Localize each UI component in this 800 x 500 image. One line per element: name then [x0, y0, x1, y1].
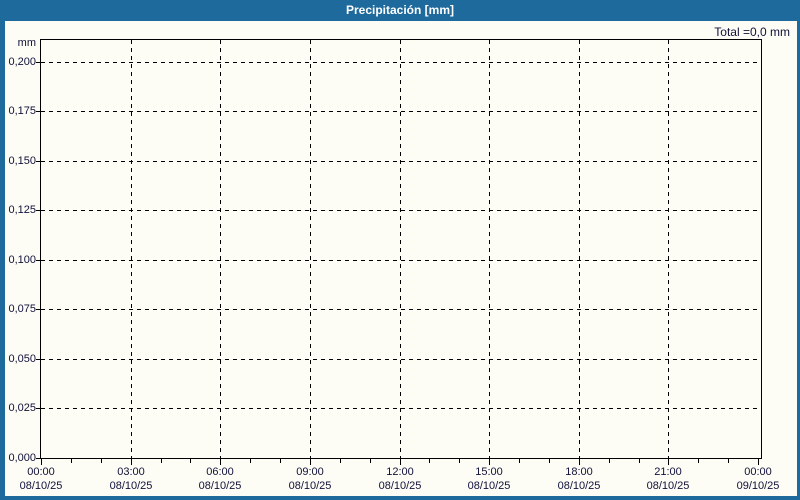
y-tick-label: 0,050 — [8, 353, 36, 365]
x-minor-tick-mark — [429, 459, 430, 463]
x-tick-date: 08/10/25 — [646, 480, 690, 492]
y-tick-label: 0,125 — [8, 204, 36, 216]
x-minor-tick-mark — [519, 459, 520, 463]
y-tick-mark — [36, 408, 40, 409]
x-minor-tick-mark — [639, 459, 640, 463]
chart-title: Precipitación [mm] — [345, 3, 455, 17]
y-tick-label: 0,075 — [8, 303, 36, 315]
v-gridline — [131, 40, 132, 458]
v-gridline — [579, 40, 580, 458]
v-gridline — [310, 40, 311, 458]
v-gridline — [400, 40, 401, 458]
x-tick-label: 15:00 08/10/25 — [454, 465, 524, 493]
x-tick-date: 08/10/25 — [19, 480, 63, 492]
x-tick-time: 21:00 — [654, 466, 682, 478]
x-tick-date: 08/10/25 — [288, 480, 332, 492]
x-minor-tick-mark — [250, 459, 251, 463]
v-gridline — [668, 40, 669, 458]
x-tick-date: 08/10/25 — [467, 480, 511, 492]
y-tick-label: 0,150 — [8, 155, 36, 167]
x-minor-tick-mark — [71, 459, 72, 463]
y-tick-mark — [36, 210, 40, 211]
x-minor-tick-mark — [459, 459, 460, 463]
x-tick-date: 08/10/25 — [557, 480, 601, 492]
chart-window: Precipitación [mm] Total =0,0 mm mm 0,00… — [0, 0, 800, 500]
total-label: Total =0,0 mm — [714, 25, 790, 39]
x-minor-tick-mark — [728, 459, 729, 463]
chart-content: Total =0,0 mm mm 0,000 0,025 0,050 0,075 0,1… — [5, 21, 797, 496]
x-minor-tick-mark — [190, 459, 191, 463]
y-tick-mark — [36, 111, 40, 112]
x-tick-time: 15:00 — [475, 466, 503, 478]
x-minor-tick-mark — [101, 459, 102, 463]
x-tick-time: 03:00 — [117, 466, 145, 478]
x-minor-tick-mark — [698, 459, 699, 463]
x-tick-date: 09/10/25 — [736, 480, 780, 492]
x-tick-time: 00:00 — [27, 466, 55, 478]
x-minor-tick-mark — [609, 459, 610, 463]
x-tick-time: 12:00 — [386, 466, 414, 478]
x-tick-date: 08/10/25 — [109, 480, 153, 492]
y-tick-label: 0,100 — [8, 254, 36, 266]
v-gridline — [220, 40, 221, 458]
x-minor-tick-mark — [370, 459, 371, 463]
y-tick-mark — [36, 161, 40, 162]
x-tick-time: 06:00 — [206, 466, 234, 478]
chart-title-bar: Precipitación [mm] — [0, 0, 800, 21]
x-tick-label: 21:00 08/10/25 — [633, 465, 703, 493]
plot-area — [40, 39, 762, 459]
y-tick-mark — [36, 458, 40, 459]
y-tick-label: 0,025 — [8, 402, 36, 414]
y-tick-mark — [36, 62, 40, 63]
x-tick-date: 08/10/25 — [198, 480, 242, 492]
y-tick-mark — [36, 260, 40, 261]
x-minor-tick-mark — [161, 459, 162, 463]
x-tick-label: 18:00 08/10/25 — [544, 465, 614, 493]
x-tick-label: 03:00 08/10/25 — [96, 465, 166, 493]
x-tick-time: 18:00 — [565, 466, 593, 478]
y-tick-mark — [36, 359, 40, 360]
x-tick-label: 12:00 08/10/25 — [365, 465, 435, 493]
v-gridline — [489, 40, 490, 458]
x-tick-label: 06:00 08/10/25 — [185, 465, 255, 493]
y-tick-label: 0,200 — [8, 56, 36, 68]
x-tick-date: 08/10/25 — [378, 480, 422, 492]
x-tick-label: 00:00 08/10/25 — [6, 465, 76, 493]
y-tick-label: 0,175 — [8, 105, 36, 117]
x-tick-time: 09:00 — [296, 466, 324, 478]
x-tick-label: 09:00 08/10/25 — [275, 465, 345, 493]
y-axis-unit-label: mm — [17, 37, 36, 49]
x-minor-tick-mark — [340, 459, 341, 463]
x-tick-label: 00:00 09/10/25 — [723, 465, 793, 493]
y-tick-mark — [36, 309, 40, 310]
x-tick-time: 00:00 — [744, 466, 772, 478]
x-minor-tick-mark — [549, 459, 550, 463]
x-minor-tick-mark — [280, 459, 281, 463]
y-tick-label: 0,000 — [8, 452, 36, 464]
